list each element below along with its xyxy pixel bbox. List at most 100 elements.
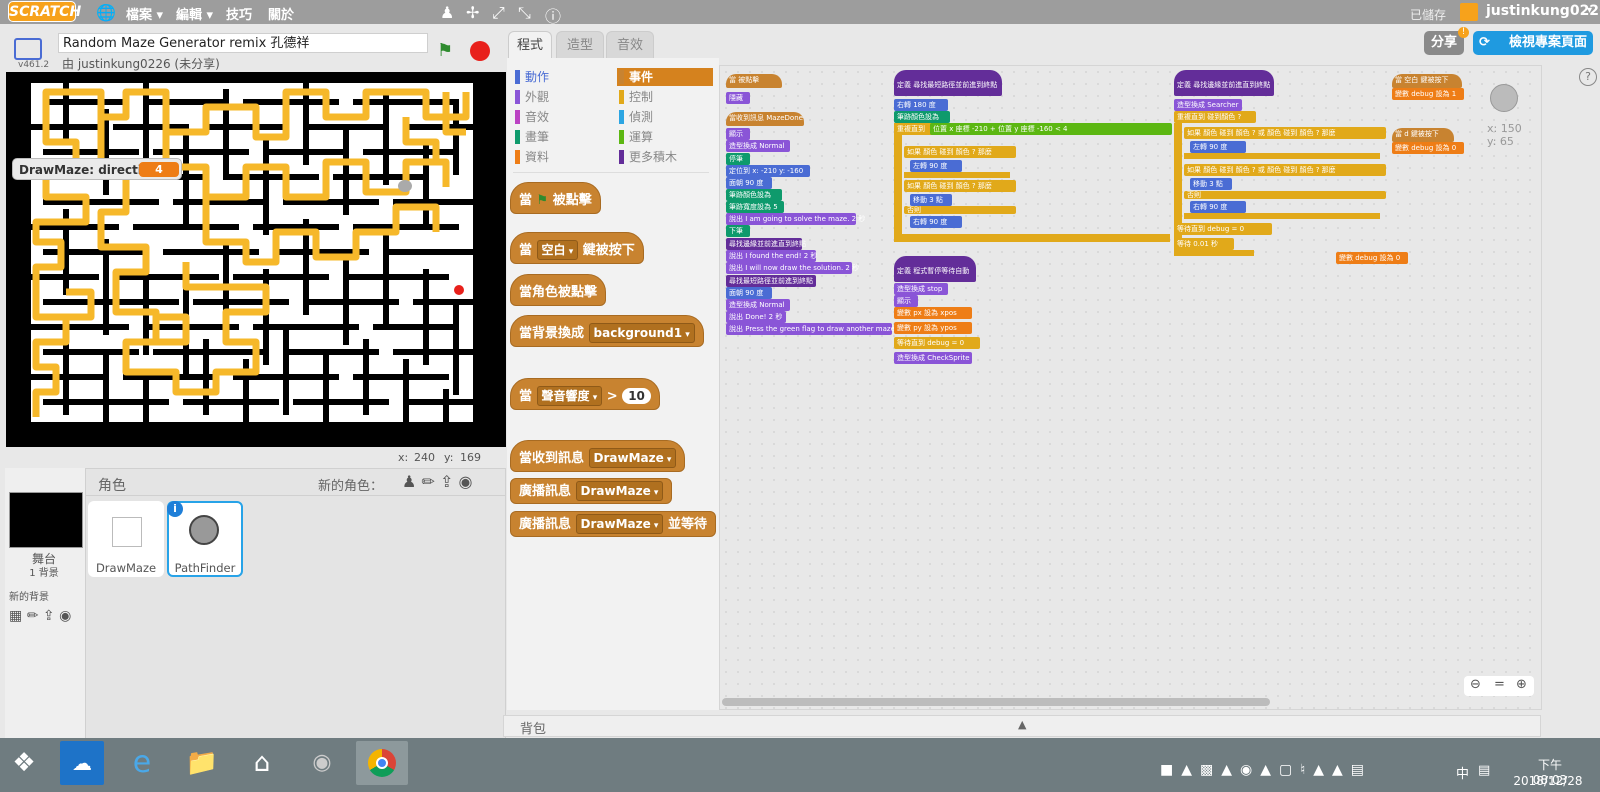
- zoom-in-icon[interactable]: ⊕: [1516, 677, 1527, 692]
- variable-monitor[interactable]: DrawMaze: direction 4: [12, 158, 182, 180]
- script-block[interactable]: 變數 debug 設為 1: [1392, 88, 1464, 100]
- grow-icon[interactable]: ⤢: [492, 3, 505, 23]
- script-block[interactable]: 造型換成 CheckSprite: [894, 352, 972, 364]
- script-block[interactable]: 筆跡顏色設為: [726, 189, 782, 201]
- backdrop-paint-icon[interactable]: ✏: [27, 608, 39, 624]
- sprite-upload-icon[interactable]: ⇪: [440, 472, 453, 491]
- script-block[interactable]: 隱藏: [726, 92, 750, 104]
- ime-indicator[interactable]: 中: [1456, 763, 1469, 782]
- category-events[interactable]: 事件: [617, 68, 713, 86]
- menu-edit[interactable]: 編輯 ▾: [176, 4, 213, 23]
- script-define-block[interactable]: 定義 尋找最短路徑並前進到終點: [894, 70, 1002, 96]
- cut-icon[interactable]: ✢: [466, 3, 479, 22]
- block-when-flag-clicked[interactable]: 當 ⚑ 被點擊: [510, 182, 601, 214]
- script-block[interactable]: 左轉 90 度: [1190, 141, 1246, 153]
- script-block[interactable]: 造型換成 Searcher: [1174, 99, 1242, 111]
- sensor-dropdown[interactable]: 聲音響度: [536, 386, 603, 406]
- block-when-loudness[interactable]: 當 聲音響度 > 10: [510, 378, 660, 410]
- globe-icon[interactable]: 🌐: [96, 3, 116, 22]
- backdrop-upload-icon[interactable]: ⇪: [43, 608, 55, 624]
- category-sensing[interactable]: 偵測: [617, 108, 713, 126]
- stage-thumbnail[interactable]: [9, 492, 83, 548]
- script-block[interactable]: 筆跡寬度設為 5: [726, 201, 784, 213]
- script-block[interactable]: 變數 debug 設為 0: [1336, 252, 1408, 264]
- script-block[interactable]: 右轉 180 度: [894, 99, 948, 111]
- sprite-library-icon[interactable]: ♟: [402, 472, 416, 491]
- green-flag-icon[interactable]: ⚑: [437, 40, 453, 61]
- script-block[interactable]: 右轉 90 度: [1190, 201, 1246, 213]
- sprite-camera-icon[interactable]: ◉: [458, 472, 472, 491]
- script-block[interactable]: 重複直到 碰到顏色 ?: [1174, 111, 1256, 123]
- script-block[interactable]: 如果 顏色 碰到 顏色 ? 或 顏色 碰到 顏色 ? 那麼: [1184, 127, 1386, 139]
- menu-about[interactable]: 關於: [268, 4, 294, 23]
- tab-sounds[interactable]: 音效: [606, 31, 654, 59]
- pathfinder-sprite-on-stage[interactable]: [398, 180, 412, 192]
- block-when-receive[interactable]: 當收到訊息 DrawMaze: [510, 440, 686, 472]
- onedrive-icon[interactable]: ☁: [60, 741, 104, 785]
- duplicate-icon[interactable]: ♟: [440, 3, 454, 22]
- tab-costumes[interactable]: 造型: [556, 31, 604, 59]
- script-block[interactable]: 否則: [904, 206, 1016, 214]
- stage-canvas[interactable]: DrawMaze: direction 4: [6, 72, 506, 447]
- script-block[interactable]: 說出 Press the green flag to draw another …: [726, 323, 913, 335]
- help-icon[interactable]: ⓘ: [545, 3, 561, 27]
- script-block[interactable]: 如果 顏色 碰到 顏色 ? 那麼: [904, 180, 1016, 192]
- category-control[interactable]: 控制: [617, 88, 713, 106]
- script-block[interactable]: 尋找最短路徑並前進到終點: [726, 275, 816, 287]
- script-block[interactable]: 停筆: [726, 153, 750, 165]
- script-block[interactable]: 下筆: [726, 225, 750, 237]
- script-block[interactable]: 如果 顏色 碰到 顏色 ? 或 顏色 碰到 顏色 ? 那麼: [1184, 164, 1386, 176]
- backpack-bar[interactable]: 背包 ▲: [503, 715, 1541, 737]
- script-horizontal-scrollbar[interactable]: [722, 698, 1270, 706]
- broadcast-dropdown[interactable]: DrawMaze: [575, 481, 664, 501]
- script-block[interactable]: 顯示: [726, 128, 750, 140]
- script-block[interactable]: 面朝 90 度: [726, 177, 772, 189]
- script-block[interactable]: 移動 3 點: [1190, 178, 1232, 190]
- stop-sign-icon[interactable]: [470, 41, 490, 61]
- block-when-backdrop-switches[interactable]: 當背景換成 background1: [510, 315, 704, 347]
- script-block[interactable]: 顯示: [894, 295, 918, 307]
- block-broadcast[interactable]: 廣播訊息 DrawMaze: [510, 478, 673, 504]
- script-block[interactable]: 變數 debug 設為 0: [1392, 142, 1464, 154]
- backdrop-library-icon[interactable]: ▦: [9, 608, 22, 624]
- script-block[interactable]: 移動 3 點: [910, 194, 952, 206]
- user-menu-chevron-icon[interactable]: ▾: [1587, 5, 1592, 16]
- see-project-page-button[interactable]: ⟳ 檢視專案頁面: [1473, 31, 1593, 55]
- script-block[interactable]: 說出 I am going to solve the maze. 2 秒: [726, 213, 865, 225]
- script-block[interactable]: 位置 x 座標 -210 + 位置 y 座標 -160 < 4: [930, 123, 1172, 135]
- windows-start-icon[interactable]: ❖: [2, 741, 46, 785]
- system-tray-icons[interactable]: ■▲▩▲◉▲▢♮▲▲▤: [1160, 762, 1372, 778]
- script-block[interactable]: 面朝 90 度: [726, 287, 772, 299]
- category-operators[interactable]: 運算: [617, 128, 713, 146]
- backdrop-camera-icon[interactable]: ◉: [59, 608, 71, 624]
- block-when-sprite-clicked[interactable]: 當角色被點擊: [510, 274, 607, 306]
- backpack-expand-icon[interactable]: ▲: [1018, 718, 1026, 731]
- menu-tips[interactable]: 技巧: [226, 4, 252, 23]
- script-define-block[interactable]: 定義 程式暫停等待自動: [894, 256, 976, 282]
- project-title-input[interactable]: Random Maze Generator remix 孔德祥: [58, 33, 428, 53]
- chrome-icon[interactable]: [356, 741, 408, 785]
- script-block[interactable]: 說出 Done! 2 秒: [726, 311, 786, 323]
- script-block[interactable]: 造型換成 Normal: [726, 299, 790, 311]
- notification-icon[interactable]: ▤: [1478, 763, 1490, 778]
- script-define-block[interactable]: 定義 尋找邊緣並前進直到終點: [1174, 70, 1274, 96]
- category-motion[interactable]: 動作: [513, 68, 615, 86]
- script-block[interactable]: 變數 py 設為 ypos: [894, 322, 972, 334]
- script-block[interactable]: 當 d 鍵被按下: [1392, 128, 1454, 142]
- scratch-logo[interactable]: SCRATCH: [8, 1, 81, 22]
- category-pen[interactable]: 畫筆: [513, 128, 615, 146]
- script-block[interactable]: 當 空白 鍵被按下: [1392, 74, 1462, 88]
- script-area[interactable]: 當 被點擊 隱藏 當收到訊息 MazeDone 顯示 造型換成 Normal 停…: [719, 65, 1542, 710]
- sprite-info-icon[interactable]: i: [167, 501, 183, 517]
- script-block[interactable]: 否則: [1184, 191, 1386, 199]
- category-sound[interactable]: 音效: [513, 108, 615, 126]
- script-block[interactable]: 變數 px 設為 xpos: [894, 307, 972, 319]
- sprite-thumb-drawmaze[interactable]: DrawMaze: [88, 501, 164, 577]
- user-avatar[interactable]: [1460, 3, 1478, 21]
- block-when-key-pressed[interactable]: 當 空白 鍵被按下: [510, 232, 644, 264]
- loudness-value-input[interactable]: 10: [622, 388, 651, 404]
- message-dropdown[interactable]: DrawMaze: [588, 448, 677, 468]
- zoom-out-icon[interactable]: ⊖: [1470, 677, 1481, 692]
- script-block[interactable]: 尋找邊緣並前進直到終點: [726, 238, 806, 250]
- sprite-thumb-pathfinder[interactable]: i PathFinder: [167, 501, 243, 577]
